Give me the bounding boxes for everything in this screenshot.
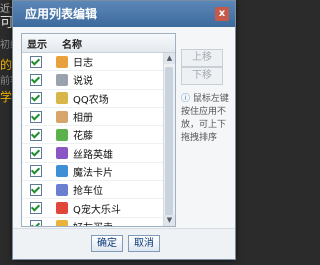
show-checkbox[interactable] [30,55,42,68]
list-item[interactable]: Q宠大乐斗 [22,199,163,218]
header-name: 名称 [62,39,82,51]
show-checkbox[interactable] [30,165,42,178]
cancel-button[interactable]: 取消 [128,235,160,252]
list-item[interactable]: 日志 [22,53,163,72]
close-button[interactable]: x [215,7,229,21]
show-checkbox[interactable] [30,202,42,215]
list-item-label: 说说 [73,76,93,88]
farm-icon [56,92,68,105]
silkroad-icon [56,147,68,160]
app-rows: 日志说说QQ农场相册花藤丝路英雄魔法卡片抢车位Q宠大乐斗好友买卖QQ宝贝 [22,53,163,226]
list-item-label: 抢车位 [73,186,103,198]
huateng-icon [56,128,68,141]
header-show: 显示 [27,39,47,51]
list-item-label: 日志 [73,58,93,70]
info-icon: ⓘ [181,94,191,104]
magic-card-icon [56,165,68,178]
list-header: 显示 名称 [22,34,175,53]
list-item[interactable]: 魔法卡片 [22,163,163,182]
app-list-edit-dialog: 应用列表编辑 x 显示 名称 日志说说 QQ农场相册花藤丝路英雄魔法卡片抢车位 Q宠… [12,0,236,260]
list-item-label: 花藤 [73,131,93,143]
list-item[interactable]: 相册 [22,108,163,127]
list-item-label: Q宠大乐斗 [73,204,121,216]
parking-icon [56,183,68,196]
show-checkbox[interactable] [30,128,42,141]
list-item[interactable]: QQ农场 [22,90,163,108]
dialog-titlebar: 应用列表编辑 x [13,1,235,27]
show-checkbox[interactable] [30,147,42,160]
app-list: 显示 名称 日志说说QQ农场相册花藤丝路英雄魔法卡片抢车位Q宠大乐斗好友买卖QQ… [21,33,176,227]
list-item-label: 好友买卖 [73,219,113,226]
diary-icon [56,55,68,68]
list-item-label: QQ农场 [73,94,109,106]
show-checkbox[interactable] [30,73,42,86]
scroll-down-icon[interactable]: ▼ [164,215,175,226]
album-icon [56,110,68,123]
dialog-footer: 确定 取消 [13,228,235,259]
list-item-label: 魔法卡片 [73,167,113,179]
show-checkbox[interactable] [30,220,42,226]
move-down-button[interactable]: 下移 [181,67,223,85]
ok-button[interactable]: 确定 [91,235,123,252]
show-checkbox[interactable] [30,183,42,196]
show-checkbox[interactable] [30,110,42,123]
list-item[interactable]: 抢车位 [22,181,163,200]
shuoshuo-icon [56,73,68,86]
list-item[interactable]: 花藤 [22,126,163,145]
dialog-title: 应用列表编辑 [25,7,98,21]
list-item-label: 相册 [73,113,93,125]
list-item[interactable]: 丝路英雄 [22,144,163,163]
list-scrollbar[interactable]: ▲ ▼ [163,53,175,226]
move-up-button[interactable]: 上移 [181,49,223,67]
list-item[interactable]: 好友买卖 [22,218,163,226]
scroll-up-icon[interactable]: ▲ [164,53,175,64]
list-item-label: 丝路英雄 [73,149,113,161]
scroll-thumb[interactable] [165,67,173,217]
drag-hint: ⓘ 鼠标左键按住应用不放，可上下拖拽排序 [181,93,231,145]
friend-trade-icon [56,220,68,226]
show-checkbox[interactable] [30,92,42,105]
qpet-icon [56,202,68,215]
list-item[interactable]: 说说 [22,71,163,90]
